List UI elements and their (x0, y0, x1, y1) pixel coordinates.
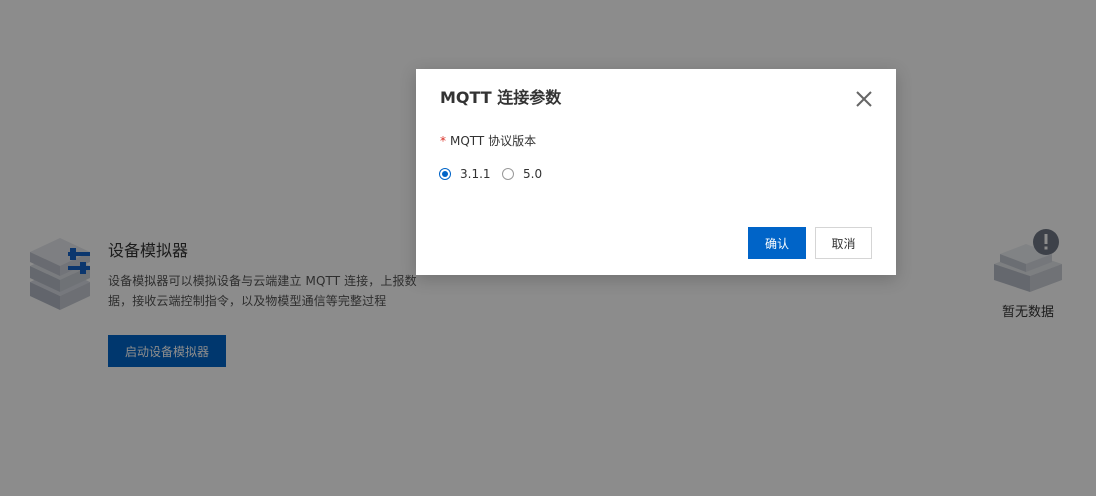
radio-button-unchecked[interactable] (502, 168, 514, 180)
confirm-button[interactable]: 确认 (748, 227, 806, 259)
dialog-title: MQTT 连接参数 (440, 88, 562, 107)
mqtt-version-label-text: MQTT 协议版本 (450, 134, 537, 148)
close-icon[interactable] (852, 87, 876, 111)
required-mark: * (440, 134, 446, 148)
radio-option-311[interactable]: 3.1.1 (439, 165, 491, 183)
mqtt-version-label: * MQTT 协议版本 (440, 133, 536, 149)
mqtt-connection-dialog: MQTT 连接参数 * MQTT 协议版本 3.1.1 5.0 确认 取消 (416, 69, 896, 275)
radio-option-50[interactable]: 5.0 (502, 165, 542, 183)
radio-button-checked[interactable] (439, 168, 451, 180)
radio-label-50: 5.0 (523, 167, 543, 181)
radio-label-311: 3.1.1 (460, 167, 491, 181)
cancel-button[interactable]: 取消 (815, 227, 872, 259)
